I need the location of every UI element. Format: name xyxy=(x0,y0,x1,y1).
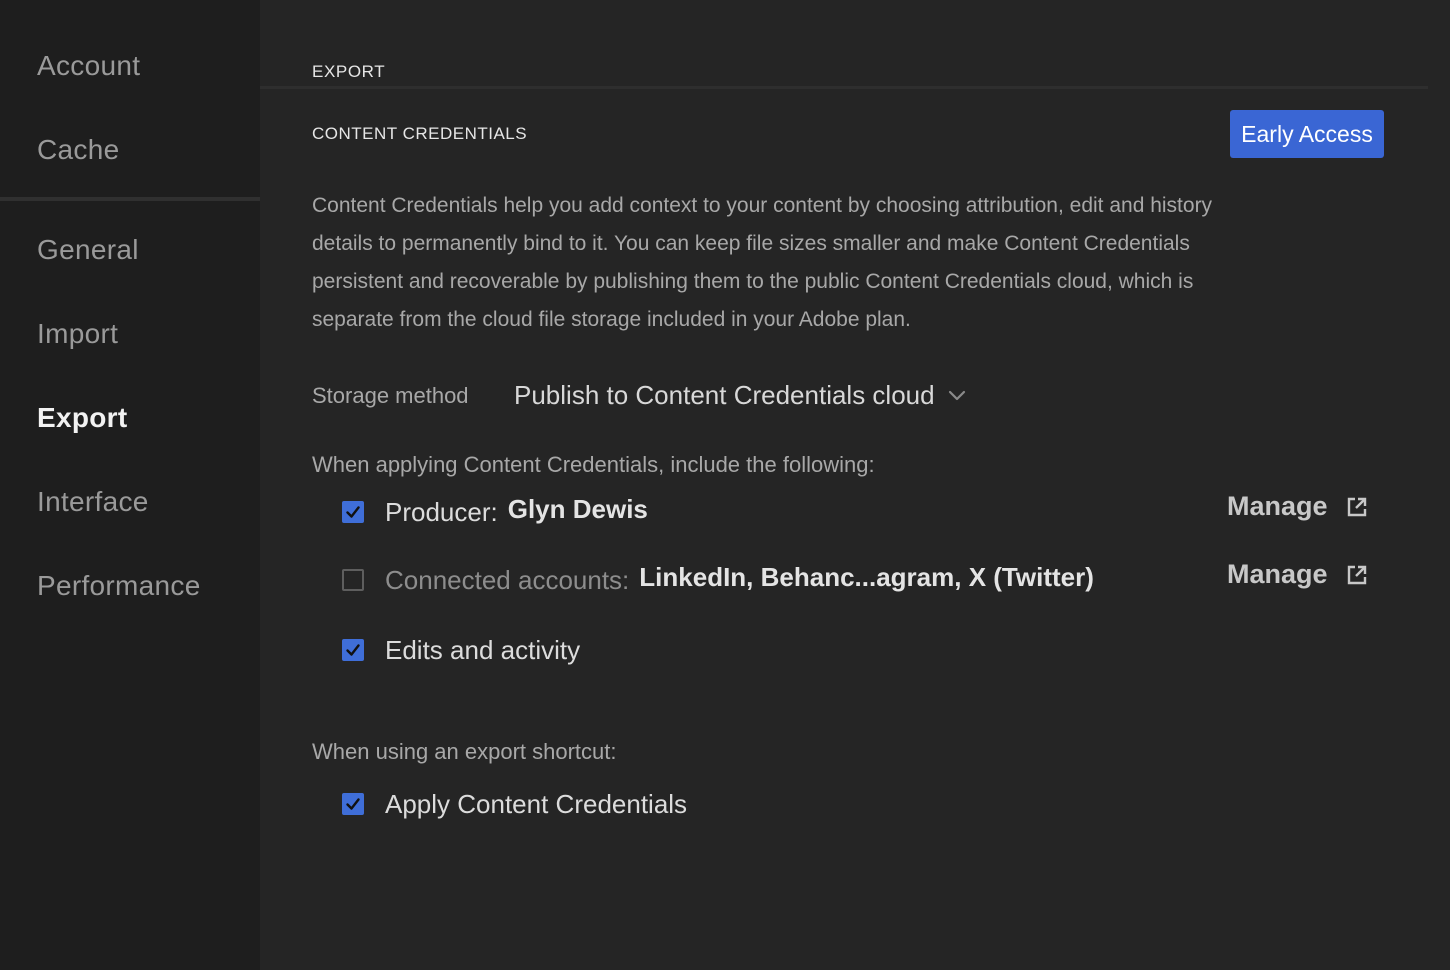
apply-credentials-checkbox[interactable] xyxy=(342,793,364,815)
sidebar-item-interface[interactable]: Interface xyxy=(37,486,149,518)
sidebar-item-export[interactable]: Export xyxy=(37,402,127,434)
sidebar: Account Cache General Import Export Inte… xyxy=(0,0,260,970)
section-divider xyxy=(260,86,1428,89)
external-link-icon xyxy=(1346,564,1368,586)
content-credentials-description: Content Credentials help you add context… xyxy=(312,194,1213,331)
connected-accounts-manage-link[interactable]: Manage xyxy=(1227,559,1368,590)
chevron-down-icon xyxy=(947,385,967,405)
export-shortcut-label: When using an export shortcut: xyxy=(312,739,617,764)
connected-accounts-option: Connected accounts: LinkedIn, Behanc...a… xyxy=(342,562,1094,598)
storage-method-value: Publish to Content Credentials cloud xyxy=(514,379,935,410)
producer-checkbox[interactable] xyxy=(342,501,364,523)
storage-method-dropdown[interactable]: Publish to Content Credentials cloud xyxy=(514,378,967,412)
sidebar-divider xyxy=(0,197,260,201)
apply-credentials-option: Apply Content Credentials xyxy=(342,786,687,822)
edits-activity-checkbox[interactable] xyxy=(342,639,364,661)
connected-accounts-value: LinkedIn, Behanc...agram, X (Twitter) xyxy=(639,561,1094,592)
connected-accounts-label: Connected accounts: xyxy=(385,564,630,595)
external-link-icon xyxy=(1346,496,1368,518)
sidebar-item-performance[interactable]: Performance xyxy=(37,570,201,602)
connected-accounts-checkbox[interactable] xyxy=(342,569,364,591)
apply-credentials-label: Apply Content Credentials xyxy=(385,788,688,819)
early-access-button[interactable]: Early Access xyxy=(1230,110,1384,158)
producer-label: Producer: xyxy=(385,496,498,527)
sidebar-item-import[interactable]: Import xyxy=(37,318,118,350)
manage-label: Manage xyxy=(1227,559,1328,589)
edits-activity-label: Edits and activity xyxy=(385,634,581,665)
storage-method-label: Storage method xyxy=(312,383,469,408)
sidebar-item-cache[interactable]: Cache xyxy=(37,134,119,166)
producer-manage-link[interactable]: Manage xyxy=(1227,491,1368,522)
section-title: EXPORT xyxy=(312,62,386,81)
producer-name: Glyn Dewis xyxy=(507,493,648,524)
manage-label: Manage xyxy=(1227,491,1328,521)
content-credentials-title: CONTENT CREDENTIALS xyxy=(312,124,528,143)
producer-option: Producer: Glyn Dewis xyxy=(342,494,648,530)
include-following-label: When applying Content Credentials, inclu… xyxy=(312,452,875,477)
main-panel: EXPORT CONTENT CREDENTIALS Early Access … xyxy=(260,0,1450,970)
sidebar-item-general[interactable]: General xyxy=(37,234,139,266)
edits-activity-option: Edits and activity xyxy=(342,632,580,668)
sidebar-item-account[interactable]: Account xyxy=(37,50,140,82)
preferences-window: Account Cache General Import Export Inte… xyxy=(0,0,1450,970)
